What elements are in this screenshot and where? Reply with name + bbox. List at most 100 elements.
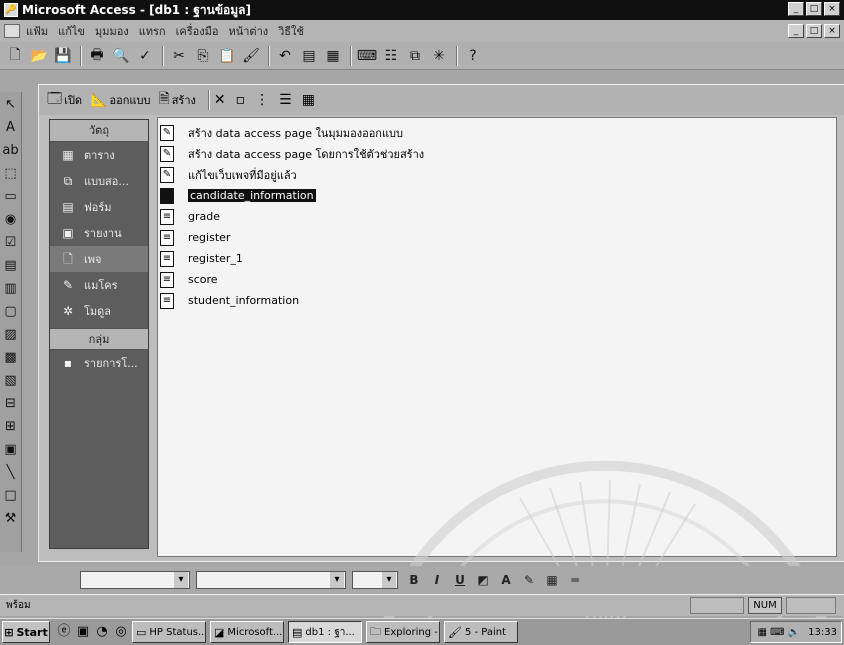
textbox-icon[interactable]: ab [2,142,20,160]
large-icons-button[interactable]: ▫ [236,92,248,108]
task-db1[interactable]: ▤ db1 : ฐา... [288,621,362,643]
db-window-icon[interactable] [4,24,20,38]
page-break-icon[interactable]: ⊟ [2,395,20,413]
command-button-icon[interactable]: ▢ [2,303,20,321]
objects-item-pages[interactable]: 🗋 เพจ [50,246,148,272]
new-object-icon[interactable]: ✳ [428,45,450,67]
menu-window[interactable]: หน้าต่าง [228,22,268,40]
list-item-page[interactable]: ≡ grade [158,206,836,227]
combo-box-icon[interactable]: ▤ [2,257,20,275]
objects-header[interactable]: วัตถุ [50,120,148,142]
menu-tools[interactable]: เครื่องมือ [176,22,219,40]
menu-view[interactable]: มุมมอง [95,22,129,40]
tab-control-icon[interactable]: ⊞ [2,418,20,436]
option-group-icon[interactable]: ⬚ [2,165,20,183]
borders-icon[interactable]: ▦ [542,570,562,590]
option-button-icon[interactable]: ◉ [2,211,20,229]
open-icon[interactable]: 📂 [28,45,50,67]
font-size-combo[interactable] [352,571,398,589]
design-button[interactable]: 📐 ออกแบบ [90,91,150,109]
bold-button[interactable]: B [404,570,424,590]
title-bar[interactable]: 🔑 Microsoft Access - [db1 : ฐานข้อมูล] _… [0,0,844,20]
desktop-icon[interactable]: ▣ [75,623,91,641]
new-icon[interactable]: 🗋 [4,45,26,67]
unbound-frame-icon[interactable]: ▩ [2,349,20,367]
tray-icons[interactable]: ▦ ⌨ 🔊 [757,627,800,638]
office-links-icon[interactable]: ▤ [298,45,320,67]
print-preview-icon[interactable]: 🔍 [110,45,132,67]
task-microsoft[interactable]: ◪ Microsoft... [210,621,284,643]
list-item-page[interactable]: ≡ student_information [158,290,836,311]
font-name-combo[interactable] [196,571,346,589]
maximize-button[interactable]: □ [806,2,822,16]
minimize-button[interactable]: _ [788,2,804,16]
label-icon[interactable]: A [2,119,20,137]
print-icon[interactable]: 🖶 [86,45,108,67]
paste-icon[interactable]: 📋 [216,45,238,67]
checkbox-icon[interactable]: ☑ [2,234,20,252]
more-controls-icon[interactable]: ⚒ [2,510,20,528]
save-icon[interactable]: 💾 [52,45,74,67]
details-view-button[interactable]: ▦ [302,92,317,108]
select-objects-icon[interactable]: ↖ [2,96,20,114]
list-view-button[interactable]: ☰ [279,92,294,108]
objects-item-modules[interactable]: ✲ โมดูล [50,298,148,324]
analyze-icon[interactable]: ▦ [322,45,344,67]
code-icon[interactable]: ⌨ [356,45,378,67]
outlook-icon[interactable]: ◔ [94,623,110,641]
spelling-icon[interactable]: ✓ [134,45,156,67]
help-icon[interactable]: ? [462,45,484,67]
close-button[interactable]: × [824,2,840,16]
list-item-page[interactable]: candidate_information [158,185,836,206]
open-button[interactable]: 🗔 เปิด [47,88,82,112]
toggle-button-icon[interactable]: ▭ [2,188,20,206]
list-item-edit-existing[interactable]: ✎ แก้ไขเว็บเพจที่มีอยู่แล้ว [158,164,836,185]
object-combo[interactable] [80,571,190,589]
objects-item-reports[interactable]: ▣ รายงาน [50,220,148,246]
image-icon[interactable]: ▨ [2,326,20,344]
mdi-close-button[interactable]: × [824,24,840,38]
mdi-minimize-button[interactable]: _ [788,24,804,38]
list-item-page[interactable]: ≡ register_1 [158,248,836,269]
line-icon[interactable]: ╲ [2,464,20,482]
line-color-icon[interactable]: ✎ [519,570,539,590]
menu-help[interactable]: วิธีใช้ [278,22,304,40]
menu-edit[interactable]: แก้ไข [58,22,85,40]
undo-icon[interactable]: ↶ [274,45,296,67]
channels-icon[interactable]: ◎ [113,623,129,641]
subform-icon[interactable]: ▣ [2,441,20,459]
menu-file[interactable]: แฟ้ม [26,22,48,40]
objects-item-forms[interactable]: ▤ ฟอร์ม [50,194,148,220]
objects-item-macros[interactable]: ✎ แมโคร [50,272,148,298]
fill-color-icon[interactable]: ◩ [473,570,493,590]
new-button[interactable]: 🗎 สร้าง [158,88,195,112]
task-paint[interactable]: 🖌 5 - Paint [444,621,518,643]
list-box-icon[interactable]: ▥ [2,280,20,298]
format-painter-icon[interactable]: 🖌 [240,45,262,67]
internet-explorer-icon[interactable]: ⓔ [56,623,72,641]
cut-icon[interactable]: ✂ [168,45,190,67]
list-item-create-design[interactable]: ✎ สร้าง data access page ในมุมมองออกแบบ [158,122,836,143]
rectangle-icon[interactable]: □ [2,487,20,505]
line-width-icon[interactable]: ═ [565,570,585,590]
list-item-create-wizard[interactable]: ✎ สร้าง data access page โดยการใช้ตัวช่ว… [158,143,836,164]
objects-item-tables[interactable]: ▦ ตาราง [50,142,148,168]
objects-item-queries[interactable]: ⧉ แบบสอ... [50,168,148,194]
properties-icon[interactable]: ☷ [380,45,402,67]
list-item-page[interactable]: ≡ score [158,269,836,290]
access-app-icon[interactable]: 🔑 [4,3,18,17]
groups-header[interactable]: กลุ่ม [50,328,148,350]
menu-insert[interactable]: แทรก [139,22,166,40]
copy-icon[interactable]: ⎘ [192,45,214,67]
task-hp-status[interactable]: ▭ HP Status... [132,621,206,643]
italic-button[interactable]: I [427,570,447,590]
list-item-page[interactable]: ≡ register [158,227,836,248]
group-item-favorites[interactable]: ▪ รายการโ... [50,350,148,376]
task-exploring[interactable]: 🗀 Exploring - [366,621,440,643]
font-color-icon[interactable]: A [496,570,516,590]
delete-button[interactable]: ✕ [214,92,228,108]
start-button[interactable]: ⊞ Start [2,621,50,643]
small-icons-button[interactable]: ⋮ [255,92,271,108]
bound-frame-icon[interactable]: ▧ [2,372,20,390]
underline-button[interactable]: U [450,570,470,590]
